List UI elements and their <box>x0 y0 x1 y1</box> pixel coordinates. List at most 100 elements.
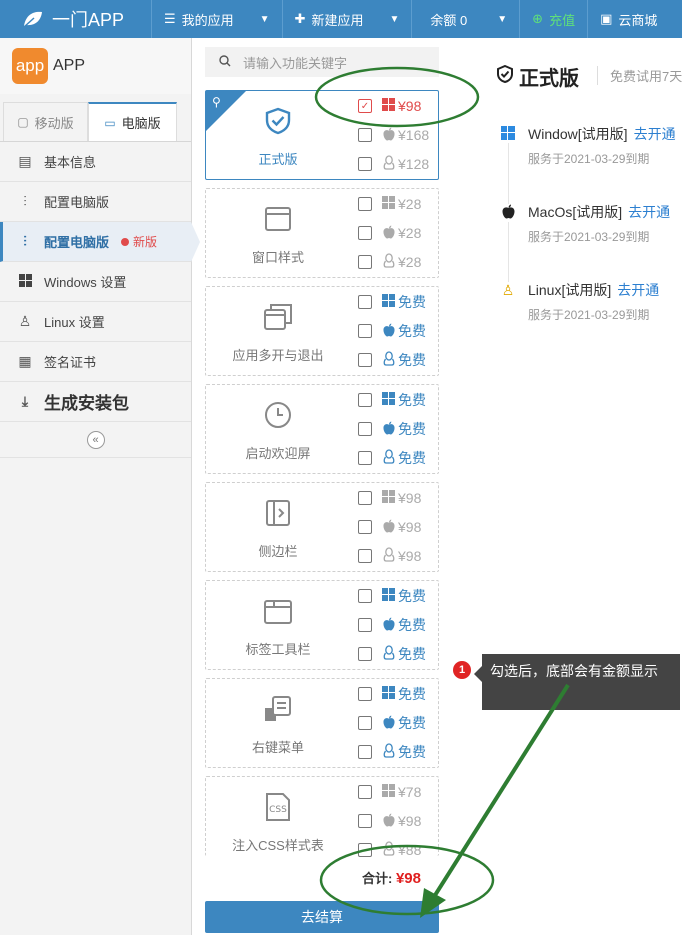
price-option: 免费 <box>358 685 426 703</box>
sidebar-item-label: 配置电脑版 <box>44 235 110 250</box>
checkbox[interactable] <box>358 785 372 799</box>
checkbox[interactable] <box>358 422 372 436</box>
checkbox-checked[interactable]: ✓ <box>358 99 372 113</box>
window-icon <box>264 205 292 233</box>
plus-icon: ✚ <box>294 11 306 26</box>
checkbox[interactable] <box>358 647 372 661</box>
monitor-icon: ▭ <box>104 115 116 130</box>
price-option: 免费 <box>358 351 426 369</box>
collapse-left-icon[interactable]: « <box>86 430 105 449</box>
windows-icon <box>381 392 396 408</box>
feature-card[interactable]: 标签工具栏 免费 免费 免费 <box>205 580 439 670</box>
activate-link[interactable]: 去开通 <box>634 126 676 142</box>
feature-name: 标签工具栏 <box>245 642 311 657</box>
checkbox[interactable] <box>358 814 372 828</box>
option-price: 免费 <box>398 744 426 760</box>
price-option: ¥28 <box>358 224 421 242</box>
linux-icon: ♙ <box>500 282 516 299</box>
edition-title: 正式版 <box>497 62 579 91</box>
checkbox[interactable] <box>358 549 372 563</box>
activate-link[interactable]: 去开通 <box>628 204 670 220</box>
checkbox[interactable] <box>358 451 372 465</box>
total: 合计: ¥98 <box>362 868 421 887</box>
price-option: ¥98 <box>358 547 421 565</box>
sliders-icon: ⫶ <box>23 233 27 249</box>
search-icon <box>219 54 231 70</box>
sidebar-item-config-desktop[interactable]: ⫶ 配置电脑版 <box>0 182 191 222</box>
feature-card[interactable]: 右键菜单 免费 免费 免费 <box>205 678 439 768</box>
annotation-number-badge: 1 <box>453 661 471 679</box>
feature-card[interactable]: 窗口样式 ¥28 ¥28 ¥28 <box>205 188 439 278</box>
price-option: 免费 <box>358 322 426 340</box>
checkbox[interactable] <box>358 295 372 309</box>
price-option: ✓ ¥98 <box>358 97 421 115</box>
tab-mobile[interactable]: ▢ 移动版 <box>3 102 88 141</box>
checkbox[interactable] <box>358 197 372 211</box>
apple-icon <box>381 225 396 242</box>
feature-card[interactable]: 应用多开与退出 免费 免费 免费 <box>205 286 439 376</box>
feature-search-input[interactable]: 请输入功能关键字 <box>205 47 439 77</box>
total-label: 合计: <box>362 871 393 886</box>
my-apps-menu[interactable]: ☰ 我的应用 ▼ <box>152 0 283 38</box>
linux-icon <box>381 155 396 173</box>
brand-name: 一门APP <box>52 10 125 30</box>
new-app-menu[interactable]: ✚ 新建应用 ▼ <box>283 0 413 38</box>
feature-card[interactable]: 侧边栏 ¥98 ¥98 ¥98 <box>205 482 439 572</box>
checkbox[interactable] <box>358 157 372 171</box>
recharge-button[interactable]: ⊕ 充值 <box>520 0 589 38</box>
search-placeholder: 请输入功能关键字 <box>243 55 348 71</box>
windows-icon <box>381 490 396 506</box>
annotation-tooltip: 勾选后，底部会有金额显示 <box>474 654 680 710</box>
tab-desktop[interactable]: ▭ 电脑版 <box>88 102 177 141</box>
apple-icon <box>381 127 396 144</box>
recharge-label: 充值 <box>549 12 576 28</box>
feature-card[interactable]: 启动欢迎屏 免费 免费 免费 <box>205 384 439 474</box>
checkbox[interactable] <box>358 491 372 505</box>
checkbox[interactable] <box>358 520 372 534</box>
sidebar: app APP ▢ 移动版 ▭ 电脑版 ▤ 基本信息 ⫶ 配置电脑版 ⫶ 配置电… <box>0 38 200 935</box>
checkbox[interactable] <box>358 618 372 632</box>
checkbox[interactable] <box>358 716 372 730</box>
sidebar-item-basic-info[interactable]: ▤ 基本信息 <box>0 142 191 182</box>
lightbulb-icon: ⚲ <box>212 95 221 109</box>
activate-link[interactable]: 去开通 <box>617 282 659 298</box>
option-price: 免费 <box>398 294 426 310</box>
checkbox[interactable] <box>358 324 372 338</box>
checkbox[interactable] <box>358 393 372 407</box>
checkbox[interactable] <box>358 353 372 367</box>
checkbox[interactable] <box>358 128 372 142</box>
sidebar-item-build-package[interactable]: ⤓ 生成安装包 <box>0 382 191 422</box>
option-price: 免费 <box>398 646 426 662</box>
balance-label: 余额 0 <box>430 12 468 28</box>
feature-card[interactable]: ⚲ 正式版 ✓ ¥98 ¥168 ¥128 <box>205 90 439 180</box>
platform-expiry: 服务于2021-03-29到期 <box>528 308 650 322</box>
sidebar-item-certificate[interactable]: ▦ 签名证书 <box>0 342 191 382</box>
linux-icon <box>381 645 396 663</box>
multi-window-icon <box>264 303 292 331</box>
sidebar-item-linux-settings[interactable]: ♙ Linux 设置 <box>0 302 191 342</box>
price-option: 免费 <box>358 645 426 663</box>
platform-name: Linux[试用版] <box>528 282 612 298</box>
checkbox[interactable] <box>358 589 372 603</box>
checkbox[interactable] <box>358 226 372 240</box>
checkbox[interactable] <box>358 255 372 269</box>
app-header: app APP <box>0 38 191 94</box>
platform-expiry: 服务于2021-03-29到期 <box>528 230 650 244</box>
sidebar-item-config-desktop-new[interactable]: ⫶ 配置电脑版 新版 <box>0 222 200 262</box>
apple-icon <box>381 519 396 536</box>
option-price: ¥88 <box>398 842 422 858</box>
feature-card[interactable]: CSS 注入CSS样式表 ¥78 ¥98 ¥88 <box>205 776 439 858</box>
checkbox[interactable] <box>358 745 372 759</box>
checkbox[interactable] <box>358 843 372 857</box>
sidebar-item-label: 签名证书 <box>44 355 97 370</box>
price-option: 免费 <box>358 420 426 438</box>
checkout-button[interactable]: 去结算 <box>205 901 439 933</box>
option-price: ¥98 <box>398 98 422 114</box>
cloud-store-button[interactable]: ▣ 云商城 <box>588 0 669 38</box>
brand-logo[interactable]: 一门APP <box>0 0 152 38</box>
option-price: 免费 <box>398 323 426 339</box>
sidebar-item-windows-settings[interactable]: Windows 设置 <box>0 262 191 302</box>
menu-icon: ☰ <box>164 11 176 26</box>
balance-menu[interactable]: 余额 0 ▼ <box>412 0 521 38</box>
checkbox[interactable] <box>358 687 372 701</box>
